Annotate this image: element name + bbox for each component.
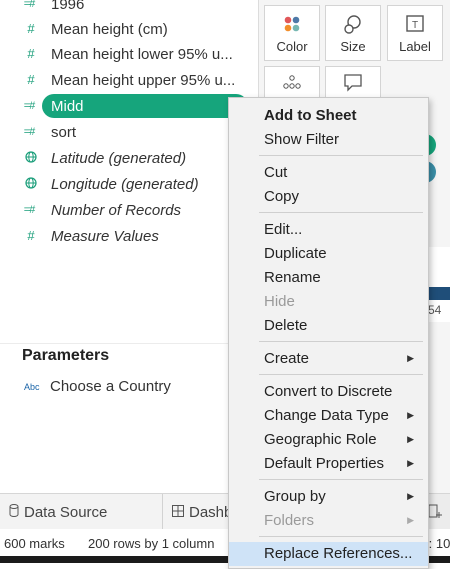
menu-separator — [259, 479, 423, 480]
field-label: sort — [51, 123, 77, 141]
field-sort[interactable]: =# sort — [0, 120, 250, 144]
field-label: Longitude (generated) — [51, 175, 199, 193]
menu-separator — [259, 155, 423, 156]
calc-number-icon: =# — [23, 0, 36, 10]
field-label: Number of Records — [51, 201, 182, 219]
tab-dashboard[interactable]: Dashb — [163, 494, 234, 530]
field-label: Mean height (cm) — [51, 20, 168, 38]
parameter-label: Choose a Country — [50, 378, 171, 395]
tooltip-icon — [326, 73, 380, 95]
globe-icon — [24, 171, 38, 197]
menu-add-to-sheet[interactable]: Add to Sheet — [229, 104, 428, 128]
parameter-choose-country[interactable]: Abc Choose a Country — [0, 376, 250, 398]
detail-icon — [265, 73, 319, 95]
hash-icon: # — [27, 21, 35, 36]
field-label: Midd — [51, 97, 84, 115]
menu-create[interactable]: Create ▶ — [229, 347, 428, 371]
menu-separator — [259, 374, 423, 375]
field-measure-values[interactable]: # Measure Values — [0, 224, 250, 248]
submenu-arrow-icon: ▶ — [407, 410, 414, 420]
submenu-arrow-icon: ▶ — [407, 515, 414, 525]
label-label: Label — [399, 39, 431, 54]
value-label: 54 — [428, 303, 442, 317]
menu-cut[interactable]: Cut — [229, 161, 428, 185]
label-button[interactable]: T Label — [387, 5, 443, 61]
menu-separator — [259, 341, 423, 342]
tab-label: Dashb — [189, 503, 233, 521]
field-number-of-records[interactable]: =# Number of Records — [0, 198, 250, 222]
menu-default-properties[interactable]: Default Properties ▶ — [229, 452, 428, 476]
submenu-arrow-icon: ▶ — [407, 458, 414, 468]
dashboard-icon — [172, 504, 184, 521]
calc-number-icon: =# — [23, 204, 36, 216]
field-mean-height-lower[interactable]: # Mean height lower 95% u... — [0, 42, 250, 66]
tab-label: Data Source — [24, 503, 108, 521]
context-menu: Add to Sheet Show Filter Cut Copy Edit..… — [228, 97, 429, 569]
menu-show-filter[interactable]: Show Filter — [229, 128, 428, 152]
new-story-icon[interactable] — [428, 504, 442, 525]
hash-icon: # — [27, 46, 35, 61]
string-type-icon: Abc — [24, 382, 40, 392]
divider — [0, 343, 258, 344]
field-label: 1996 — [51, 0, 85, 13]
size-label: Size — [340, 39, 366, 54]
menu-rename[interactable]: Rename — [229, 266, 428, 290]
tab-data-source[interactable]: Data Source — [0, 494, 163, 530]
field-mean-height[interactable]: # Mean height (cm) — [0, 17, 250, 41]
menu-copy[interactable]: Copy — [229, 185, 428, 209]
menu-edit[interactable]: Edit... — [229, 218, 428, 242]
database-icon — [9, 503, 19, 521]
menu-geographic-role[interactable]: Geographic Role ▶ — [229, 428, 428, 452]
menu-change-data-type[interactable]: Change Data Type ▶ — [229, 404, 428, 428]
field-latitude[interactable]: Latitude (generated) — [0, 146, 250, 170]
color-button[interactable]: Color — [264, 5, 320, 61]
calc-number-icon: =# — [23, 126, 36, 138]
menu-replace-references[interactable]: Replace References... — [229, 542, 428, 566]
field-label: Latitude (generated) — [51, 149, 187, 167]
menu-delete[interactable]: Delete — [229, 314, 428, 338]
menu-group-by[interactable]: Group by ▶ — [229, 485, 428, 509]
calc-number-icon: =# — [23, 100, 36, 112]
field-label: Measure Values — [51, 227, 159, 245]
size-icon — [326, 14, 380, 36]
menu-convert-to-discrete[interactable]: Convert to Discrete — [229, 380, 428, 404]
field-midd[interactable]: =# Midd — [0, 94, 250, 118]
menu-separator — [259, 212, 423, 213]
label-icon: T — [388, 14, 442, 36]
menu-separator — [259, 536, 423, 537]
color-label: Color — [276, 39, 308, 54]
hash-icon: # — [27, 72, 35, 87]
parameters-title: Parameters — [22, 347, 110, 364]
submenu-arrow-icon: ▶ — [407, 434, 414, 444]
menu-hide: Hide — [264, 293, 295, 310]
svg-text:T: T — [412, 20, 418, 31]
field-mean-height-upper[interactable]: # Mean height upper 95% u... — [0, 68, 250, 92]
field-1996[interactable]: =# 1996 — [0, 0, 250, 16]
color-icon — [265, 14, 319, 36]
status-marks: 600 marks — [4, 536, 65, 551]
field-label: Mean height lower 95% u... — [51, 45, 233, 63]
submenu-arrow-icon: ▶ — [407, 491, 414, 501]
globe-icon — [24, 145, 38, 171]
menu-folders: Folders ▶ — [264, 512, 414, 529]
data-pane: =# 1996 # Mean height (cm) # Mean height… — [0, 0, 258, 493]
menu-duplicate[interactable]: Duplicate — [229, 242, 428, 266]
field-label: Mean height upper 95% u... — [51, 71, 236, 89]
field-longitude[interactable]: Longitude (generated) — [0, 172, 250, 196]
size-button[interactable]: Size — [325, 5, 381, 61]
status-rows: 200 rows by 1 column — [88, 536, 215, 551]
submenu-arrow-icon: ▶ — [407, 353, 414, 363]
hash-icon: # — [27, 228, 35, 243]
